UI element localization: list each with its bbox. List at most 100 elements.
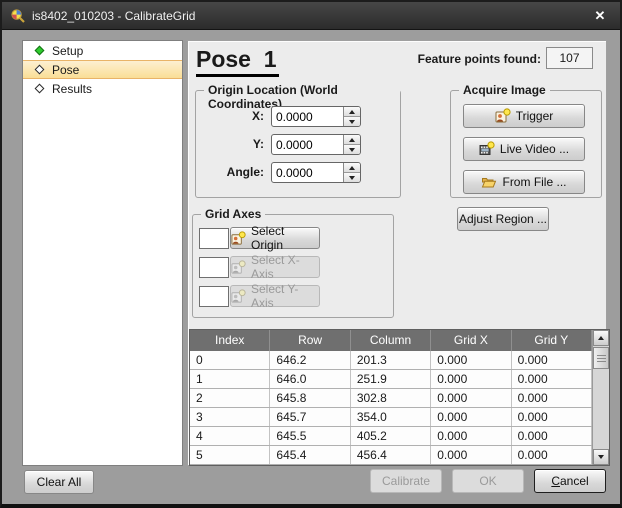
select-y-axis-icon	[231, 289, 246, 304]
clear-all-button[interactable]: Clear All	[24, 470, 94, 494]
page-title: Pose 1	[196, 46, 279, 77]
x-input[interactable]	[276, 107, 338, 126]
cell: 3	[190, 408, 270, 426]
cell: 645.5	[270, 427, 350, 445]
cell: 5	[190, 446, 270, 464]
tree-item-label: Results	[52, 82, 92, 96]
calibrate-button: Calibrate	[370, 469, 442, 493]
from-file-button-label: From File ...	[502, 175, 566, 189]
scrollbar-track[interactable]	[593, 369, 609, 449]
table-header-row: Index Row Column Grid X Grid Y	[190, 330, 592, 351]
live-video-button[interactable]: Live Video ...	[463, 137, 585, 161]
scroll-down-icon[interactable]	[593, 449, 609, 465]
tree-item-setup[interactable]: Setup	[23, 41, 182, 60]
app-icon	[10, 8, 26, 24]
y-spin-up-icon[interactable]	[344, 135, 360, 145]
grid-axes-legend: Grid Axes	[201, 207, 265, 221]
angle-spinner	[271, 162, 361, 183]
pose-tree-panel: Setup Pose Results	[22, 40, 183, 466]
feature-points-value: 107	[546, 47, 593, 69]
adjust-region-button-label: Adjust Region ...	[459, 212, 547, 226]
cell: 0.000	[431, 389, 511, 407]
select-x-axis-icon	[231, 260, 246, 275]
col-header-index: Index	[190, 330, 270, 351]
cell: 4	[190, 427, 270, 445]
select-origin-button-label: Select Origin	[251, 224, 319, 252]
cell: 0.000	[431, 446, 511, 464]
cell: 0.000	[512, 370, 592, 388]
tree-item-results[interactable]: Results	[23, 79, 182, 98]
col-header-grid-y: Grid Y	[512, 330, 592, 351]
select-origin-button[interactable]: Select Origin	[230, 227, 320, 249]
y-input[interactable]	[276, 135, 338, 154]
cell: 646.0	[270, 370, 350, 388]
angle-spin-up-icon[interactable]	[344, 163, 360, 173]
tree-item-label: Setup	[52, 44, 83, 58]
table-row[interactable]: 5645.4456.40.0000.000	[190, 446, 592, 465]
cell: 0.000	[431, 408, 511, 426]
angle-spin-down-icon[interactable]	[344, 173, 360, 182]
cell: 0.000	[512, 427, 592, 445]
tree-item-pose[interactable]: Pose	[23, 60, 182, 79]
col-header-grid-x: Grid X	[431, 330, 511, 351]
angle-input[interactable]	[276, 163, 338, 182]
y-spin-down-icon[interactable]	[344, 145, 360, 154]
x-spin-down-icon[interactable]	[344, 117, 360, 126]
cell: 0.000	[512, 408, 592, 426]
scroll-up-icon[interactable]	[593, 330, 609, 346]
table-row[interactable]: 0646.2201.30.0000.000	[190, 351, 592, 370]
cell: 201.3	[351, 351, 431, 369]
col-header-row: Row	[270, 330, 350, 351]
table-scrollbar[interactable]	[592, 330, 609, 465]
tree-item-label: Pose	[52, 63, 79, 77]
y-spinner	[271, 134, 361, 155]
cell: 0.000	[431, 370, 511, 388]
camera-snapshot-icon	[495, 108, 511, 124]
close-icon: ✕	[595, 8, 606, 24]
ok-button: OK	[452, 469, 524, 493]
angle-label: Angle:	[200, 165, 264, 179]
x-label: X:	[200, 109, 264, 123]
select-origin-icon	[231, 231, 246, 246]
select-x-axis-button-label: Select X-Axis	[251, 253, 319, 281]
pose-status-diamond-icon	[35, 65, 45, 75]
cell: 0.000	[431, 351, 511, 369]
y-axis-point-field[interactable]	[199, 286, 229, 307]
table-row[interactable]: 1646.0251.90.0000.000	[190, 370, 592, 389]
x-spin-up-icon[interactable]	[344, 107, 360, 117]
window-title: is8402_010203 - CalibrateGrid	[32, 9, 195, 23]
cell: 645.4	[270, 446, 350, 464]
cell: 405.2	[351, 427, 431, 445]
cell: 0.000	[512, 389, 592, 407]
close-button[interactable]: ✕	[588, 2, 612, 30]
col-header-column: Column	[351, 330, 431, 351]
select-y-axis-button-label: Select Y-Axis	[251, 282, 319, 310]
trigger-button[interactable]: Trigger	[463, 104, 585, 128]
adjust-region-button[interactable]: Adjust Region ...	[457, 207, 549, 231]
calibrate-button-label: Calibrate	[382, 474, 430, 488]
cancel-button[interactable]: Cancel	[534, 469, 606, 493]
table-row[interactable]: 4645.5405.20.0000.000	[190, 427, 592, 446]
cell: 456.4	[351, 446, 431, 464]
results-status-diamond-icon	[35, 84, 45, 94]
cell: 2	[190, 389, 270, 407]
feature-points-table: Index Row Column Grid X Grid Y 0646.2201…	[189, 329, 610, 466]
select-x-axis-button: Select X-Axis	[230, 256, 320, 278]
from-file-button[interactable]: From File ...	[463, 170, 585, 194]
y-label: Y:	[200, 137, 264, 151]
origin-point-field[interactable]	[199, 228, 229, 249]
x-spinner	[271, 106, 361, 127]
title-bar: is8402_010203 - CalibrateGrid ✕	[2, 2, 620, 30]
cell: 646.2	[270, 351, 350, 369]
cell: 0.000	[512, 351, 592, 369]
cell: 0	[190, 351, 270, 369]
acquire-image-legend: Acquire Image	[459, 83, 550, 97]
table-row[interactable]: 3645.7354.00.0000.000	[190, 408, 592, 427]
cell: 354.0	[351, 408, 431, 426]
cell: 1	[190, 370, 270, 388]
x-axis-point-field[interactable]	[199, 257, 229, 278]
table-row[interactable]: 2645.8302.80.0000.000	[190, 389, 592, 408]
scrollbar-thumb[interactable]	[593, 347, 609, 369]
select-y-axis-button: Select Y-Axis	[230, 285, 320, 307]
cell: 0.000	[431, 427, 511, 445]
